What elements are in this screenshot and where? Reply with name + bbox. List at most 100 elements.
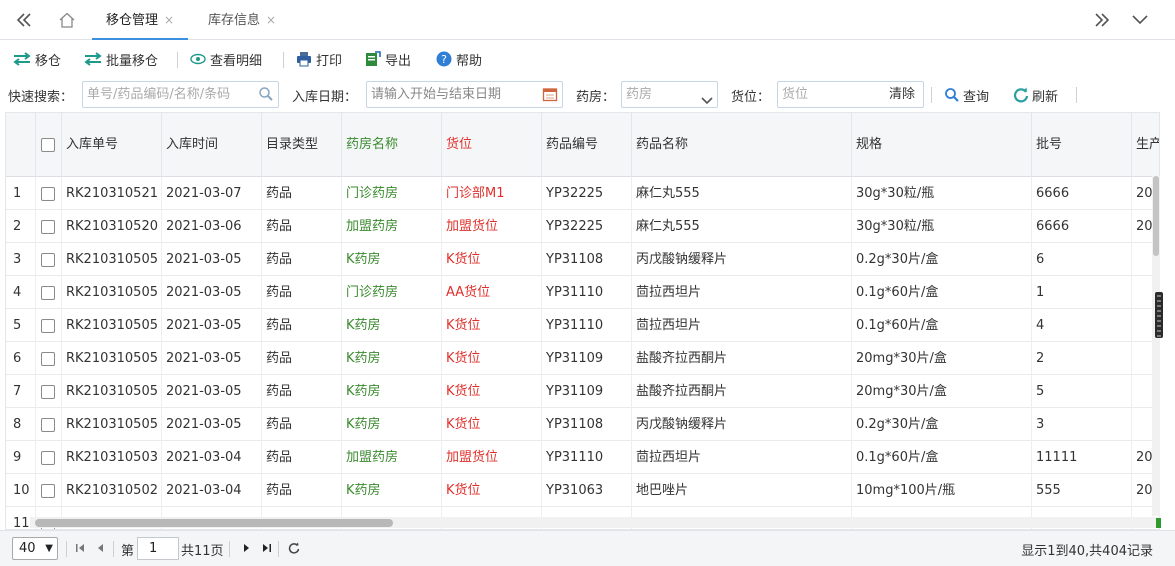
cell-name: 丙戊酸钠缓释片 [632,243,852,276]
cell-batch: 6666 [1032,210,1132,243]
cell-type: 药品 [262,177,342,210]
cell-pharmacy: 加盟药房 [342,210,442,243]
location-input[interactable]: 货位 清除 [777,81,924,108]
cell-no: RK210310505 [62,342,162,375]
row-number: 7 [6,375,36,408]
toolbar: 移仓 批量移仓 查看明细 打印 导出 ? 帮助 [0,44,1175,74]
calendar-icon[interactable] [542,86,558,111]
cell-name: 麻仁丸555 [632,177,852,210]
pharmacy-select[interactable]: 药房 [621,81,718,108]
row-select-cell [36,177,62,210]
row-checkbox[interactable] [41,252,55,267]
horizontal-scrollbar[interactable] [30,517,1160,528]
search-icon[interactable] [258,86,274,111]
cell-loc: K货位 [442,375,542,408]
scrollbar-thumb[interactable] [35,519,393,527]
cell-spec: 0.2g*30片/盒 [852,408,1032,441]
cell-spec: 0.1g*60片/盒 [852,309,1032,342]
column-header[interactable]: 入库时间 [162,113,262,177]
view-detail-button[interactable]: 查看明细 [190,48,262,70]
page-size-select[interactable]: 40 ▼ [12,537,58,560]
refresh-button[interactable]: 刷新 [1013,85,1058,105]
cell-name: 茴拉西坦片 [632,276,852,309]
vertical-scrollbar[interactable] [1152,176,1160,516]
quick-search-input[interactable]: 单号/药品编码/名称/条码 [82,81,279,108]
first-page-icon[interactable] [72,540,88,556]
cell-no: RK210310505 [62,276,162,309]
transfer-icon [13,52,31,66]
next-page-icon[interactable] [238,540,254,556]
row-select-cell [36,342,62,375]
print-button[interactable]: 打印 [296,48,342,70]
row-checkbox[interactable] [41,318,55,333]
tab-transfer-management[interactable]: 移仓管理 × [92,0,189,40]
query-label: 查询 [963,89,990,105]
table-row[interactable]: 10 RK210310502 2021-03-04 药品 K药房 K货位 YP31063 地巴… [6,474,1159,507]
row-checkbox[interactable] [41,450,55,465]
quick-search-label: 快速搜索： [8,90,74,105]
clear-button[interactable]: 清除 [889,82,915,107]
column-header[interactable]: 药品名称 [632,113,852,177]
column-header[interactable]: 药房名称 [342,113,442,177]
last-page-icon[interactable] [259,540,275,556]
row-checkbox[interactable] [41,384,55,399]
close-icon[interactable]: × [266,13,276,27]
date-range-input[interactable]: 请输入开始与结束日期 [366,81,563,108]
table-row[interactable]: 2 RK210310520 2021-03-06 药品 加盟药房 加盟货位 YP32225 麻… [6,210,1159,243]
cell-spec: 10mg*100片/瓶 [852,474,1032,507]
row-checkbox[interactable] [41,351,55,366]
close-icon[interactable]: × [164,13,174,27]
column-header[interactable]: 入库单号 [62,113,162,177]
table-row[interactable]: 8 RK210310505 2021-03-05 药品 K药房 K货位 YP31108 丙戊酸… [6,408,1159,441]
right-edge [1162,40,1175,530]
home-icon[interactable] [55,8,79,32]
double-right-icon[interactable] [1090,8,1114,32]
row-number: 1 [6,177,36,210]
row-checkbox[interactable] [41,417,55,432]
cell-batch: 555 [1032,474,1132,507]
resize-handle[interactable] [1155,292,1163,338]
query-button[interactable]: 查询 [944,85,989,105]
row-checkbox[interactable] [41,219,55,234]
chevron-down-icon[interactable] [1128,8,1152,32]
cell-batch: 2 [1032,342,1132,375]
column-header[interactable]: 目录类型 [262,113,342,177]
cell-pharmacy: 门诊药房 [342,177,442,210]
row-checkbox[interactable] [41,186,55,201]
table-row[interactable]: 5 RK210310505 2021-03-05 药品 K药房 K货位 YP31110 茴拉西… [6,309,1159,342]
chevron-down-icon: ▼ [45,543,53,554]
column-header[interactable]: 规格 [852,113,1032,177]
pagination-bar: 40 ▼ 第 1 共11页 显示1到40,共404记录 [0,530,1175,566]
select-all-checkbox[interactable] [41,137,55,152]
column-header[interactable]: 生产 [1132,113,1159,177]
scrollbar-thumb[interactable] [1153,176,1159,256]
quick-search-placeholder: 单号/药品编码/名称/条码 [87,87,231,102]
page-number-input[interactable]: 1 [137,537,179,560]
row-checkbox[interactable] [41,483,55,498]
table-row[interactable]: 6 RK210310505 2021-03-05 药品 K药房 K货位 YP31109 盐酸齐… [6,342,1159,375]
row-checkbox[interactable] [41,285,55,300]
transfer-button[interactable]: 移仓 [13,48,61,70]
column-header[interactable]: 货位 [442,113,542,177]
batch-transfer-button[interactable]: 批量移仓 [84,48,158,70]
table-row[interactable]: 1 RK210310521 2021-03-07 药品 门诊药房 门诊部M1 YP32225… [6,177,1159,210]
location-placeholder: 货位 [782,87,809,102]
prev-page-icon[interactable] [93,540,109,556]
double-left-icon[interactable] [12,8,36,32]
cell-name: 茴拉西坦片 [632,309,852,342]
column-header[interactable]: 批号 [1032,113,1132,177]
pharmacy-placeholder: 药房 [626,87,653,102]
export-button[interactable]: 导出 [365,48,411,70]
pager-divider [113,541,114,557]
table-row[interactable]: 4 RK210310505 2021-03-05 药品 门诊药房 AA货位 YP31110 茴… [6,276,1159,309]
reload-icon[interactable] [286,540,302,556]
help-button[interactable]: ? 帮助 [436,48,482,70]
table-row[interactable]: 9 RK210310503 2021-03-04 药品 加盟药房 加盟货位 YP31110 茴… [6,441,1159,474]
tab-inventory-info[interactable]: 库存信息 × [194,0,290,40]
column-header[interactable]: 药品编号 [542,113,632,177]
cell-spec: 20mg*30片/盒 [852,342,1032,375]
cell-loc: 加盟货位 [442,441,542,474]
table-row[interactable]: 3 RK210310505 2021-03-05 药品 K药房 K货位 YP31108 丙戊酸… [6,243,1159,276]
cell-pharmacy: 加盟药房 [342,441,442,474]
table-row[interactable]: 7 RK210310505 2021-03-05 药品 K药房 K货位 YP31109 盐酸齐… [6,375,1159,408]
